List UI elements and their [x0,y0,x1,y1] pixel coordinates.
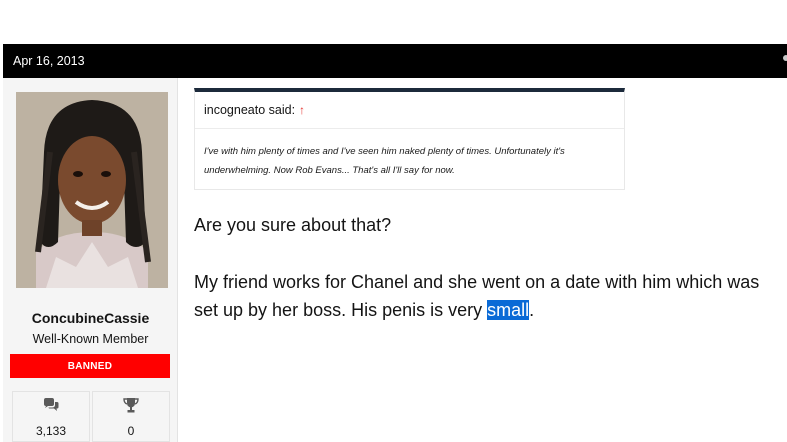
avatar-image [16,92,168,288]
author-username[interactable]: ConcubineCassie [3,310,178,326]
quote-header: incogneato said: ↑ [195,92,624,129]
comments-icon [13,398,89,415]
quote-author-link[interactable]: incogneato said: [204,103,295,117]
quote-block: incogneato said: ↑ I've with him plenty … [194,88,625,190]
post-date-link[interactable]: Apr 16, 2013 [13,54,85,68]
post-header-bar: Apr 16, 2013 [3,44,787,78]
message-text: My friend works for Chanel and she went … [194,272,760,320]
author-stats: 3,133 0 [12,391,170,442]
page-top-spacer [0,0,787,44]
selected-text: small [487,300,530,320]
stat-trophies[interactable]: 0 [92,391,170,442]
quote-text: I've with him plenty of times and I've s… [204,146,565,176]
share-icon[interactable] [783,55,787,61]
stat-trophies-value: 0 [127,424,135,438]
message-line-2: My friend works for Chanel and she went … [194,268,784,324]
message-text-end: . [529,300,535,320]
post-message: Are you sure about that? My friend works… [194,211,784,324]
avatar[interactable] [16,92,168,288]
trophy-icon [93,398,169,416]
arrow-up-icon[interactable]: ↑ [299,103,305,117]
author-title: Well-Known Member [32,332,149,346]
user-sidebar: ConcubineCassie Well-Known Member BANNED… [3,78,178,442]
banned-badge: BANNED [10,354,170,378]
stat-messages[interactable]: 3,133 [12,391,90,442]
stat-messages-value: 3,133 [35,424,67,438]
message-line-1: Are you sure about that? [194,215,392,235]
